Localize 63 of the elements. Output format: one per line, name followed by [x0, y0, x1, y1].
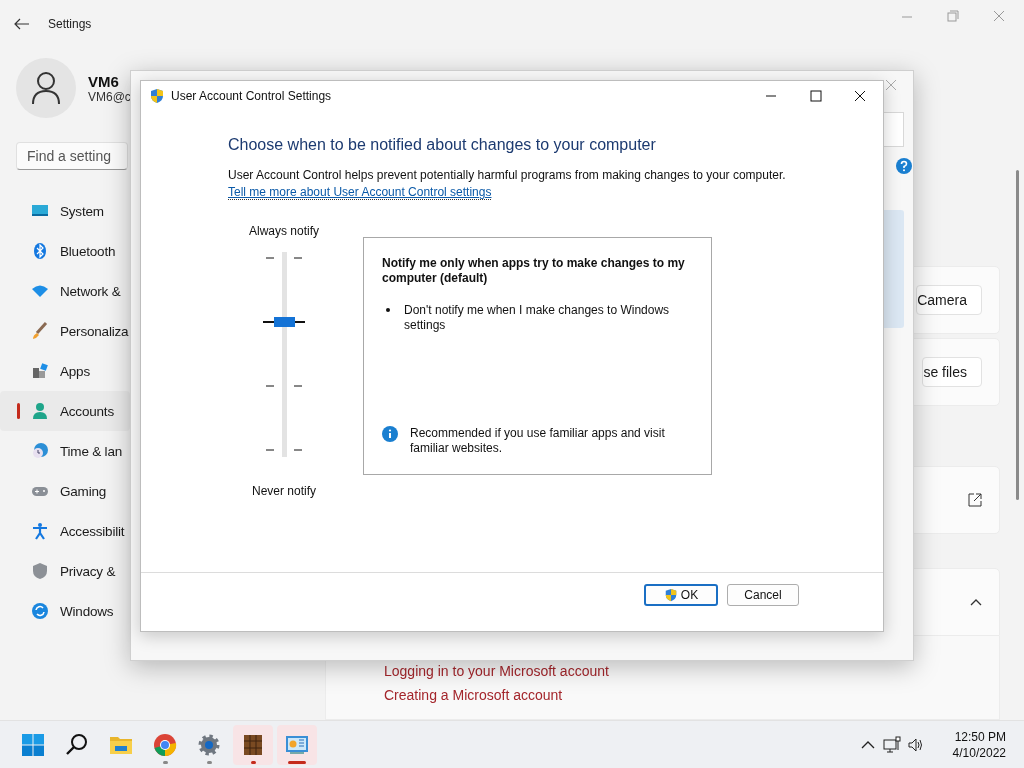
- address-field[interactable]: [883, 112, 904, 147]
- help-link[interactable]: Creating a Microsoft account: [384, 687, 563, 703]
- nav-item[interactable]: Bluetooth: [0, 231, 130, 271]
- nav-icon: [31, 322, 49, 340]
- info-icon: [382, 426, 398, 442]
- close-icon[interactable]: [883, 77, 899, 93]
- camera-button[interactable]: Camera: [916, 285, 982, 315]
- description: User Account Control helps prevent potentially harmful programs from making changes to your computer.: [228, 168, 787, 182]
- search-field[interactable]: Find a setting: [16, 142, 128, 170]
- running-indicator: [163, 760, 168, 764]
- dialog-title: User Account Control Settings: [171, 89, 332, 103]
- nav-item[interactable]: Network &: [0, 271, 130, 311]
- running-indicator: [288, 760, 306, 764]
- slider-bottom-label: Never notify: [252, 484, 316, 498]
- scrollbar[interactable]: [1016, 170, 1019, 500]
- setting-title: Notify me only when apps try to make changes to my computer (default): [382, 256, 686, 286]
- bullet-icon: [386, 308, 390, 312]
- cancel-button[interactable]: Cancel: [727, 584, 799, 606]
- nav-icon: [31, 522, 49, 540]
- windows-logo-icon: [21, 732, 45, 757]
- crate-icon: [241, 732, 265, 757]
- window-title: Settings: [48, 17, 92, 31]
- nav-icon: [31, 242, 49, 260]
- back-icon[interactable]: [14, 18, 30, 30]
- shield-icon: [663, 588, 678, 602]
- nav-item[interactable]: Time & lan: [0, 431, 130, 471]
- browser-icon: [153, 732, 177, 757]
- ok-button[interactable]: OK: [644, 584, 718, 606]
- dialog-heading: Choose when to be notified about changes to your computer: [228, 136, 657, 154]
- note-text: Recommended if you use familiar apps and visit familiar websites.: [410, 426, 666, 456]
- bullet-text: Don't notify me when I make changes to Windows settings: [404, 303, 671, 333]
- slider-thumb[interactable]: [274, 316, 295, 327]
- files-button[interactable]: se files: [922, 357, 982, 387]
- user-name: VM6: [88, 72, 120, 90]
- nav-item[interactable]: Gaming: [0, 471, 130, 511]
- shield-icon: [149, 88, 165, 104]
- user-email: VM6@c: [88, 89, 131, 104]
- network-icon[interactable]: [882, 735, 901, 754]
- help-link[interactable]: Logging in to your Microsoft account: [384, 663, 609, 679]
- nav-icon: [31, 442, 49, 460]
- nav-item[interactable]: System: [0, 191, 130, 231]
- help-link[interactable]: Tell me more about User Account Control settings: [228, 185, 492, 200]
- help-icon[interactable]: [896, 158, 912, 174]
- running-indicator: [251, 760, 256, 764]
- nav-icon: [31, 402, 49, 420]
- external-link-icon[interactable]: [968, 493, 982, 507]
- chevron-up-icon[interactable]: [970, 598, 982, 606]
- nav-icon: [31, 362, 49, 380]
- nav-icon: [31, 602, 49, 620]
- panel-taskbar-button[interactable]: [277, 724, 317, 765]
- search-icon: [65, 732, 89, 757]
- nav-item[interactable]: Accessibilit: [0, 511, 130, 551]
- running-indicator: [207, 760, 212, 764]
- slider-top-label: Always notify: [249, 224, 319, 238]
- nav-item[interactable]: Accounts: [0, 391, 130, 431]
- nav-item[interactable]: Windows: [0, 591, 130, 631]
- nav-item[interactable]: Personaliza: [0, 311, 130, 351]
- gear-icon: [197, 732, 221, 757]
- crate-taskbar-button[interactable]: [233, 724, 273, 765]
- nav-item[interactable]: Privacy &: [0, 551, 130, 591]
- nav-icon: [31, 562, 49, 580]
- nav-item[interactable]: Apps: [0, 351, 130, 391]
- clock[interactable]: 12:50 PM 4/10/2022: [952, 728, 1006, 761]
